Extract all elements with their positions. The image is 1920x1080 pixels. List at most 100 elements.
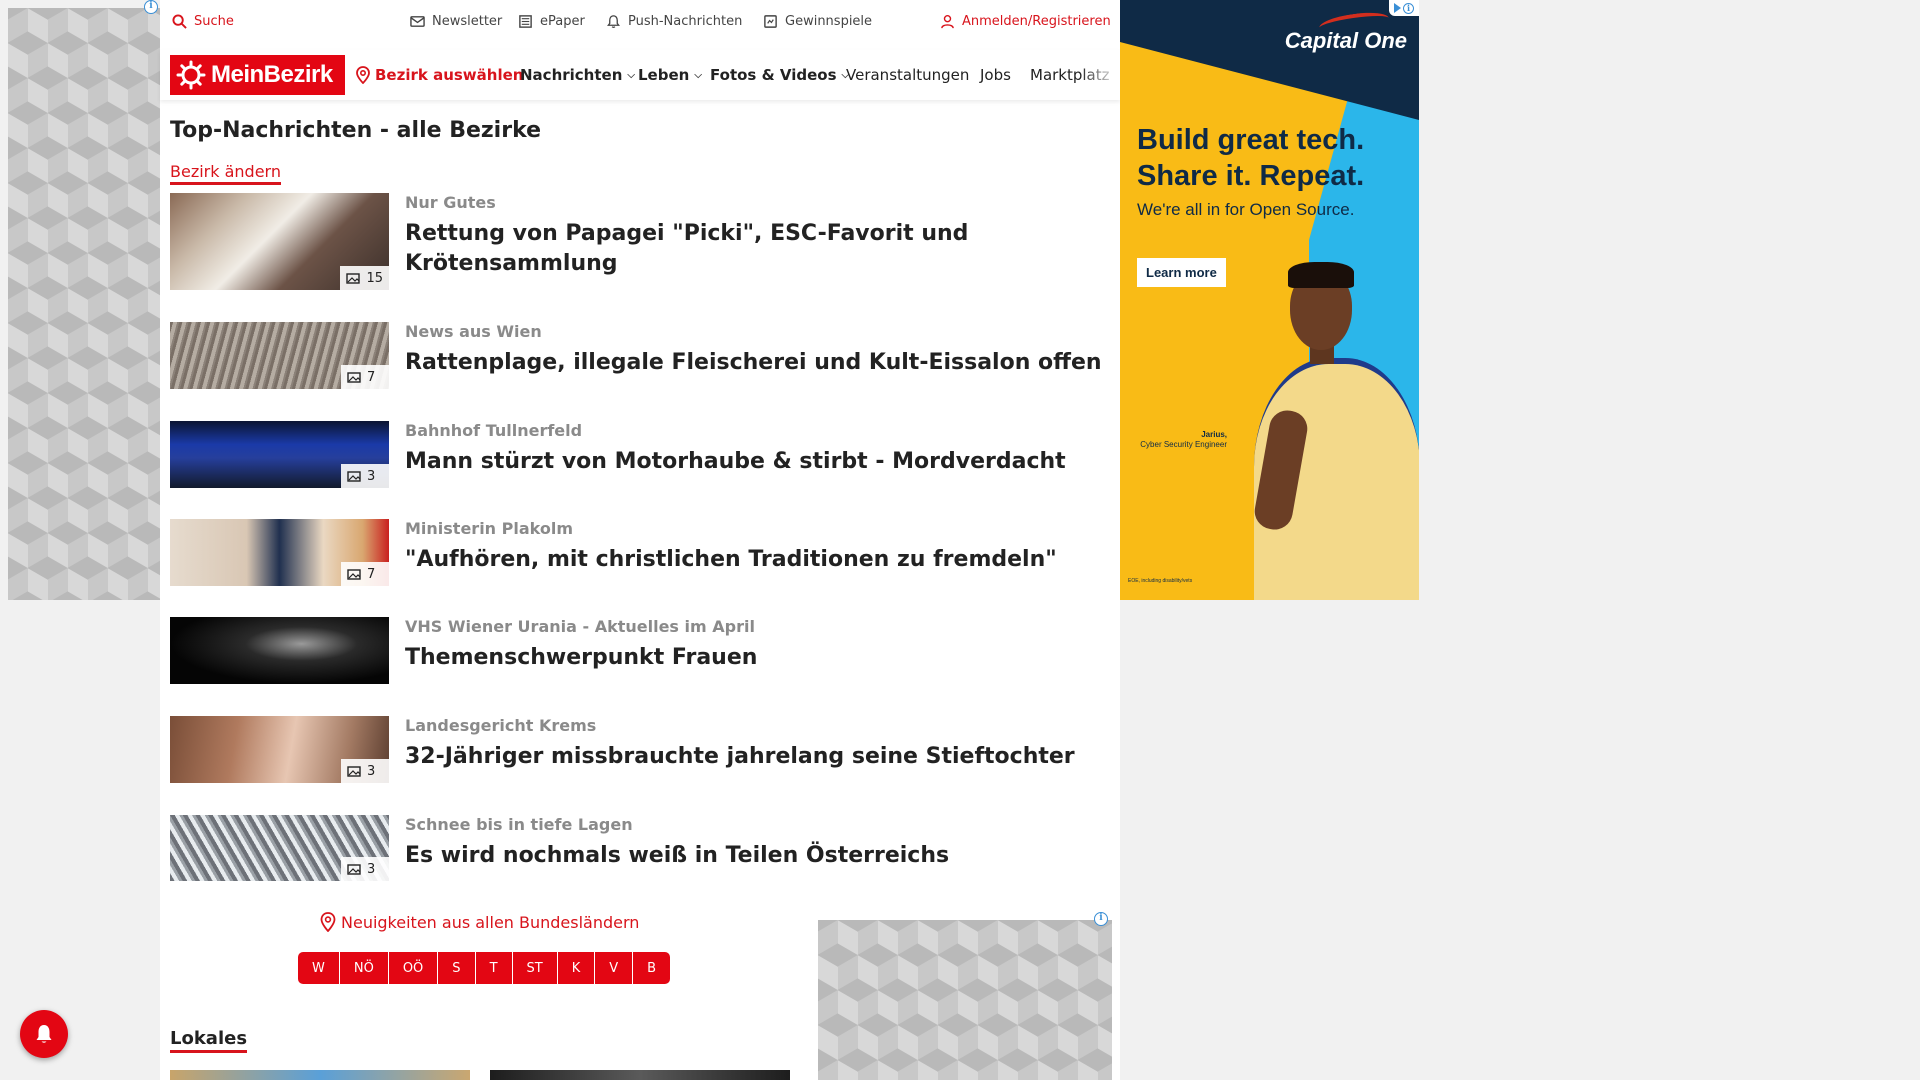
ad-info-icon[interactable]: i [1094, 912, 1108, 926]
local-card-image[interactable] [170, 1070, 470, 1080]
region-button-t[interactable]: T [475, 952, 513, 984]
login-link[interactable]: Anmelden/Registrieren [940, 14, 1111, 29]
mail-icon [410, 16, 425, 27]
region-button-noe[interactable]: NÖ [339, 952, 389, 984]
article-headline[interactable]: Rattenplage, illegale Fleischerei und Ku… [405, 348, 1105, 378]
games-link[interactable]: Gewinnspiele [763, 14, 872, 29]
gallery-icon [347, 569, 361, 580]
ad-info-icon: i [1403, 2, 1414, 14]
region-button-b[interactable]: B [633, 952, 671, 984]
ad-subheadline: We're all in for Open Source. [1137, 200, 1355, 219]
change-district-link[interactable]: Bezirk ändern [170, 162, 281, 185]
local-card-image[interactable] [490, 1070, 790, 1080]
adchoices-icon[interactable]: i [1389, 0, 1419, 16]
nav-label: Fotos & Videos [710, 66, 837, 84]
article-headline[interactable]: 32-Jähriger missbrauchte jahrelang seine… [405, 742, 1105, 772]
newsletter-label: Newsletter [432, 14, 503, 29]
choose-district-label: Bezirk auswählen [375, 66, 524, 84]
image-count-badge: 3 [341, 759, 389, 783]
region-button-st[interactable]: ST [512, 952, 558, 984]
region-button-v[interactable]: V [595, 952, 634, 984]
gallery-icon [347, 372, 361, 383]
nav-label: Nachrichten [520, 66, 623, 84]
article-thumbnail[interactable] [170, 617, 389, 684]
image-count-badge: 15 [340, 266, 389, 290]
learn-more-button[interactable]: Learn more [1137, 258, 1226, 287]
image-count-badge: 7 [341, 562, 389, 586]
ad-disclaimer: EOE, including disability/vets [1128, 578, 1193, 584]
region-button-ooe[interactable]: OÖ [388, 952, 439, 984]
hair [1288, 262, 1354, 288]
ad-info-icon[interactable]: i [144, 0, 158, 14]
gallery-icon [347, 864, 361, 875]
article-item[interactable]: 3 Bahnhof Tullnerfeld Mann stürzt von Mo… [170, 421, 1110, 489]
article-kicker: Ministerin Plakolm [405, 519, 574, 538]
nav-item-veranstaltungen[interactable]: Veranstaltungen [846, 66, 969, 84]
login-label: Anmelden/Registrieren [962, 14, 1111, 29]
gallery-icon [347, 471, 361, 482]
ad-caption-role: Cyber Security Engineer [1140, 440, 1227, 449]
article-kicker: News aus Wien [405, 322, 542, 341]
article-thumbnail[interactable]: 7 [170, 519, 389, 586]
all-regions-label: Neuigkeiten aus allen Bundesländern [341, 912, 640, 932]
main-column: Suche Newsletter ePaper Push-Nachrichten… [160, 0, 1120, 1080]
article-thumbnail[interactable]: 7 [170, 322, 389, 389]
gallery-icon [346, 273, 361, 284]
search-label: Suche [194, 14, 234, 29]
capital-one-ad[interactable]: Capital One Build great tech. Share it. … [1120, 0, 1419, 600]
image-count-badge: 7 [341, 365, 389, 389]
choose-district-button[interactable]: Bezirk auswählen [356, 66, 523, 84]
gallery-icon [347, 766, 361, 777]
region-button-w[interactable]: W [298, 952, 340, 984]
article-kicker: VHS Wiener Urania - Aktuelles im April [405, 617, 755, 636]
article-thumbnail[interactable]: 3 [170, 815, 389, 881]
region-button-k[interactable]: K [557, 952, 596, 984]
article-item[interactable]: VHS Wiener Urania - Aktuelles im April T… [170, 617, 1110, 685]
article-item[interactable]: 3 Schnee bis in tiefe Lagen Es wird noch… [170, 815, 1110, 883]
bell-icon [607, 15, 620, 29]
image-count: 15 [366, 270, 383, 286]
ad-headline-line: Build great tech. [1137, 124, 1365, 156]
region-button-s[interactable]: S [438, 952, 476, 984]
search-link[interactable]: Suche [172, 14, 234, 29]
article-headline[interactable]: "Aufhören, mit christlichen Traditionen … [405, 545, 1105, 575]
image-count: 3 [367, 468, 376, 484]
article-kicker: Nur Gutes [405, 193, 496, 212]
location-pin-icon [320, 912, 336, 932]
utility-bar: Suche Newsletter ePaper Push-Nachrichten… [160, 0, 1120, 46]
left-ad-banner[interactable] [8, 8, 160, 600]
prize-icon [764, 15, 777, 28]
games-label: Gewinnspiele [785, 14, 873, 29]
article-thumbnail[interactable]: 3 [170, 716, 389, 783]
nav-item-fotos-videos[interactable]: Fotos & Videos ⌵ [710, 66, 849, 84]
nav-item-leben[interactable]: Leben ⌵ [638, 66, 702, 84]
article-headline[interactable]: Themenschwerpunkt Frauen [405, 643, 1105, 673]
nav-label: Veranstaltungen [846, 66, 970, 84]
logo-sun-icon [176, 60, 206, 90]
push-label: Push-Nachrichten [628, 14, 743, 29]
nav-item-nachrichten[interactable]: Nachrichten ⌵ [520, 66, 635, 84]
main-navigation: MeinBezirk Bezirk auswählen Nachrichten … [160, 50, 1120, 100]
article-item[interactable]: 15 Nur Gutes Rettung von Papagei "Picki"… [170, 193, 1110, 291]
all-regions-link[interactable]: Neuigkeiten aus allen Bundesländern [320, 912, 639, 932]
newsletter-link[interactable]: Newsletter [410, 14, 502, 29]
inline-ad-banner[interactable] [818, 920, 1112, 1080]
push-notification-button[interactable] [20, 1010, 68, 1058]
article-headline[interactable]: Es wird nochmals weiß in Teilen Österrei… [405, 841, 1105, 871]
article-image [170, 617, 389, 684]
article-thumbnail[interactable]: 15 [170, 193, 389, 290]
article-item[interactable]: 7 Ministerin Plakolm "Aufhören, mit chri… [170, 519, 1110, 587]
image-count: 7 [367, 566, 376, 582]
nav-item-jobs[interactable]: Jobs [980, 66, 1011, 84]
article-thumbnail[interactable]: 3 [170, 421, 389, 488]
article-item[interactable]: 7 News aus Wien Rattenplage, illegale Fl… [170, 322, 1110, 390]
article-headline[interactable]: Mann stürzt von Motorhaube & stirbt - Mo… [405, 447, 1105, 477]
epaper-link[interactable]: ePaper [518, 14, 585, 29]
article-item[interactable]: 3 Landesgericht Krems 32-Jähriger missbr… [170, 716, 1110, 784]
nav-label: Jobs [980, 66, 1011, 84]
push-link[interactable]: Push-Nachrichten [606, 14, 742, 29]
ad-caption: Jarius, Cyber Security Engineer [1132, 430, 1227, 450]
meinbezirk-logo[interactable]: MeinBezirk [170, 55, 345, 95]
article-headline[interactable]: Rettung von Papagei "Picki", ESC-Favorit… [405, 219, 1105, 279]
image-count: 7 [367, 369, 376, 385]
